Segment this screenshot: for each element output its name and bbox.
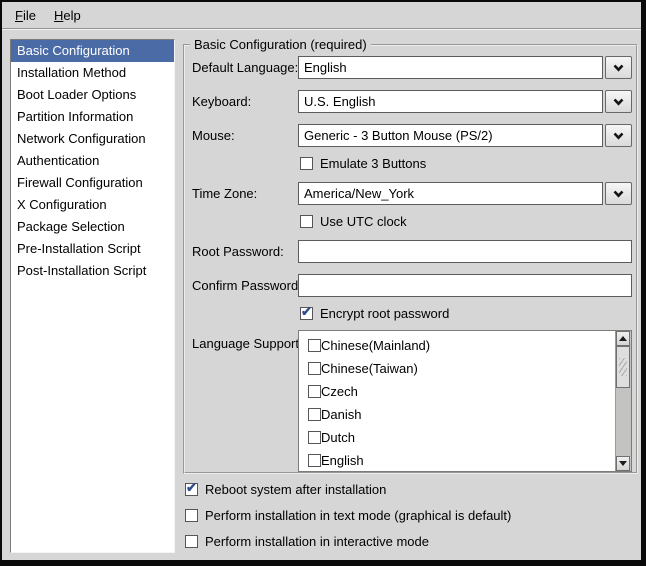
chevron-down-icon — [613, 98, 624, 106]
sidebar-item-package-selection[interactable]: Package Selection — [11, 216, 174, 238]
root-password-input[interactable] — [298, 240, 632, 263]
language-option-danish[interactable]: Danish — [299, 403, 615, 426]
time-zone-value: America/New_York — [298, 182, 603, 205]
confirm-password-input[interactable] — [298, 274, 632, 297]
language-option-english[interactable]: English — [299, 449, 615, 471]
frame-title: Basic Configuration (required) — [190, 37, 371, 52]
checkbox-icon — [185, 509, 198, 522]
keyboard-value: U.S. English — [298, 90, 603, 113]
checkbox-icon — [300, 215, 313, 228]
use-utc-clock-label: Use UTC clock — [320, 214, 407, 229]
chevron-down-icon — [613, 64, 624, 72]
sidebar-item-boot-loader-options[interactable]: Boot Loader Options — [11, 84, 174, 106]
root-password-fieldpos — [298, 240, 632, 263]
language-support-list: Chinese(Mainland) Chinese(Taiwan) Czech … — [298, 330, 632, 472]
time-zone-dropdown-button[interactable] — [605, 182, 632, 205]
time-zone-label: Time Zone: — [192, 186, 257, 201]
emulate-3-buttons-label: Emulate 3 Buttons — [320, 156, 426, 171]
mouse-label: Mouse: — [192, 128, 235, 143]
language-option-chinese-taiwan[interactable]: Chinese(Taiwan) — [299, 357, 615, 380]
scroll-down-icon — [619, 461, 627, 466]
language-option-czech[interactable]: Czech — [299, 380, 615, 403]
text-mode-install-label: Perform installation in text mode (graph… — [205, 508, 511, 523]
menu-help[interactable]: Help — [45, 4, 90, 27]
keyboard-combobox[interactable]: U.S. English — [298, 90, 632, 113]
mouse-combobox[interactable]: Generic - 3 Button Mouse (PS/2) — [298, 124, 632, 147]
language-option-dutch[interactable]: Dutch — [299, 426, 615, 449]
menu-bar: File Help — [2, 2, 641, 29]
sidebar-item-partition-information[interactable]: Partition Information — [11, 106, 174, 128]
time-zone-combobox[interactable]: America/New_York — [298, 182, 632, 205]
checkbox-icon — [308, 408, 321, 421]
language-option-label: Czech — [321, 384, 358, 399]
basic-configuration-frame: Basic Configuration (required) Default L… — [183, 44, 638, 474]
default-language-value: English — [298, 56, 603, 79]
language-option-label: English — [321, 453, 364, 468]
language-option-label: Dutch — [321, 430, 355, 445]
checkbox-icon — [300, 157, 313, 170]
checkbox-icon — [185, 483, 198, 496]
chevron-down-icon — [613, 132, 624, 140]
use-utc-clock-checkbox[interactable]: Use UTC clock — [300, 213, 407, 229]
category-list: Basic Configuration Installation Method … — [10, 39, 175, 553]
sidebar-item-network-configuration[interactable]: Network Configuration — [11, 128, 174, 150]
confirm-password-fieldpos — [298, 274, 632, 297]
interactive-mode-install-label: Perform installation in interactive mode — [205, 534, 429, 549]
scroll-up-button[interactable] — [616, 331, 630, 346]
language-option-chinese-mainland[interactable]: Chinese(Mainland) — [299, 334, 615, 357]
checkbox-icon — [308, 454, 321, 467]
scrollbar-thumb[interactable] — [616, 346, 630, 388]
scrollbar-grip-icon — [619, 358, 627, 376]
checkbox-icon — [185, 535, 198, 548]
checkbox-icon — [308, 339, 321, 352]
default-language-label: Default Language: — [192, 60, 298, 75]
reboot-after-install-checkbox[interactable]: Reboot system after installation — [185, 481, 386, 497]
sidebar-item-firewall-configuration[interactable]: Firewall Configuration — [11, 172, 174, 194]
sidebar-item-authentication[interactable]: Authentication — [11, 150, 174, 172]
emulate-3-buttons-checkbox[interactable]: Emulate 3 Buttons — [300, 155, 426, 171]
scroll-down-button[interactable] — [616, 456, 630, 471]
language-option-label: Danish — [321, 407, 361, 422]
encrypt-root-password-label: Encrypt root password — [320, 306, 449, 321]
sidebar-item-pre-installation-script[interactable]: Pre-Installation Script — [11, 238, 174, 260]
sidebar-item-basic-configuration[interactable]: Basic Configuration — [11, 40, 174, 62]
chevron-down-icon — [613, 190, 624, 198]
sidebar-item-post-installation-script[interactable]: Post-Installation Script — [11, 260, 174, 282]
language-support-rows: Chinese(Mainland) Chinese(Taiwan) Czech … — [299, 331, 615, 471]
application-window: File Help Basic Configuration Installati… — [0, 0, 646, 566]
scrollbar[interactable] — [615, 331, 631, 471]
encrypt-root-password-checkbox[interactable]: Encrypt root password — [300, 305, 449, 321]
language-support-label: Language Support: — [192, 336, 303, 351]
checkbox-icon — [308, 431, 321, 444]
checkbox-icon — [308, 362, 321, 375]
sidebar-item-x-configuration[interactable]: X Configuration — [11, 194, 174, 216]
interactive-mode-install-checkbox[interactable]: Perform installation in interactive mode — [185, 533, 429, 549]
checkbox-icon — [300, 307, 313, 320]
keyboard-label: Keyboard: — [192, 94, 251, 109]
default-language-dropdown-button[interactable] — [605, 56, 632, 79]
menu-file[interactable]: File — [6, 4, 45, 27]
sidebar-item-installation-method[interactable]: Installation Method — [11, 62, 174, 84]
keyboard-dropdown-button[interactable] — [605, 90, 632, 113]
confirm-password-label: Confirm Password: — [192, 278, 302, 293]
window-body: File Help Basic Configuration Installati… — [2, 2, 641, 560]
checkbox-icon — [308, 385, 321, 398]
mouse-value: Generic - 3 Button Mouse (PS/2) — [298, 124, 603, 147]
language-option-label: Chinese(Mainland) — [321, 338, 430, 353]
scroll-up-icon — [619, 336, 627, 341]
text-mode-install-checkbox[interactable]: Perform installation in text mode (graph… — [185, 507, 511, 523]
root-password-label: Root Password: — [192, 244, 284, 259]
language-option-label: Chinese(Taiwan) — [321, 361, 418, 376]
reboot-after-install-label: Reboot system after installation — [205, 482, 386, 497]
default-language-combobox[interactable]: English — [298, 56, 632, 79]
mouse-dropdown-button[interactable] — [605, 124, 632, 147]
